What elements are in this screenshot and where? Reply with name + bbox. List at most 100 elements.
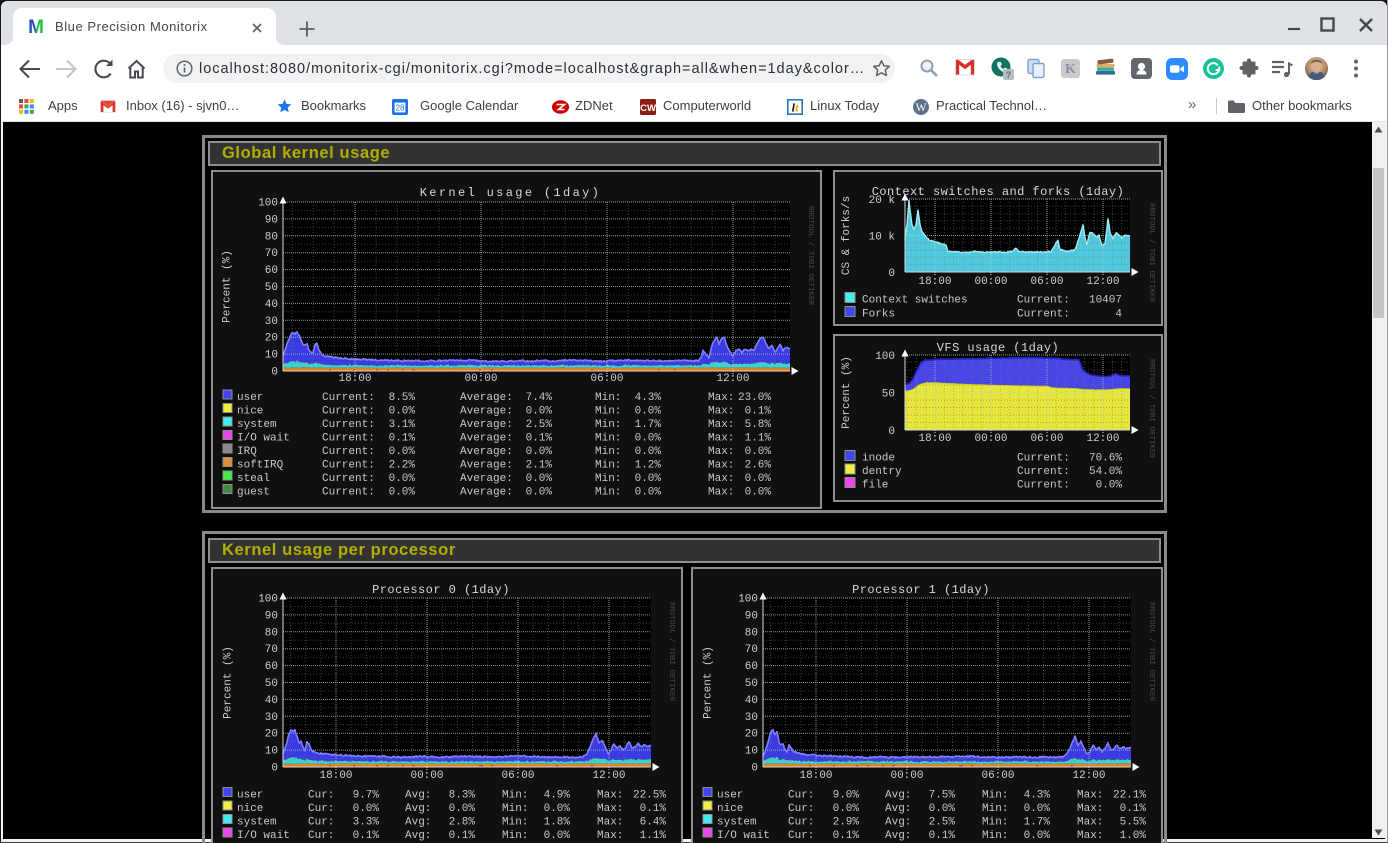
svg-text:I/O wait: I/O wait [237,830,290,842]
svg-text:60: 60 [745,661,758,673]
svg-text:I/O wait: I/O wait [717,830,770,842]
svg-text:4: 4 [1115,309,1122,321]
svg-text:Current:: Current: [1017,480,1070,492]
svg-text:0.1%: 0.1% [745,406,772,418]
svg-text:0.0%: 0.0% [929,803,956,815]
svg-text:10: 10 [265,746,278,758]
svg-text:1.7%: 1.7% [1024,817,1051,829]
svg-text:0.0%: 0.0% [526,487,553,499]
svg-text:Percent (%): Percent (%) [223,646,235,719]
svg-text:90: 90 [265,214,278,226]
svg-text:Current:: Current: [322,473,375,485]
svg-text:9.7%: 9.7% [353,790,380,802]
svg-text:0.1%: 0.1% [833,830,860,842]
svg-text:2.6%: 2.6% [745,460,772,472]
svg-text:0.0%: 0.0% [389,487,416,499]
svg-text:Average:: Average: [460,392,513,404]
svg-text:0.0%: 0.0% [635,406,662,418]
svg-text:18:00: 18:00 [799,770,832,782]
svg-text:10: 10 [745,746,758,758]
svg-text:90: 90 [745,610,758,622]
svg-text:Min:: Min: [502,790,528,802]
svg-text:Min:: Min: [595,433,621,445]
svg-text:Current:: Current: [1017,309,1070,321]
svg-text:Min:: Min: [982,817,1008,829]
svg-text:1.2%: 1.2% [635,460,662,472]
svg-text:Current:: Current: [322,433,375,445]
svg-text:0.1%: 0.1% [389,433,416,445]
svg-text:?: ? [1006,70,1012,80]
svg-text:RRDTOOL / TOBI OETIKER: RRDTOOL / TOBI OETIKER [806,206,814,306]
svg-text:Avg:: Avg: [885,830,911,842]
svg-text:0: 0 [271,367,278,379]
svg-text:I/O wait: I/O wait [237,433,290,445]
svg-text:0.0%: 0.0% [353,803,380,815]
svg-text:1.8%: 1.8% [544,817,571,829]
svg-text:Max:: Max: [708,460,734,472]
svg-text:06:00: 06:00 [1030,276,1063,288]
svg-text:Min:: Min: [595,392,621,404]
svg-text:Percent (%): Percent (%) [222,250,234,323]
svg-text:steal: steal [237,473,270,485]
svg-text:0.0%: 0.0% [635,446,662,458]
svg-text:M: M [28,18,44,36]
svg-text:2.8%: 2.8% [449,817,476,829]
svg-text:0.0%: 0.0% [526,446,553,458]
svg-text:0.1%: 0.1% [1120,803,1147,815]
svg-text:Cur:: Cur: [308,790,334,802]
svg-text:0.1%: 0.1% [353,830,380,842]
svg-text:1.1%: 1.1% [745,433,772,445]
svg-text:4.3%: 4.3% [635,392,662,404]
svg-text:Current:: Current: [322,406,375,418]
svg-text:70: 70 [265,248,278,260]
svg-text:Average:: Average: [460,406,513,418]
svg-text:Cur:: Cur: [308,817,334,829]
svg-text:5.8%: 5.8% [745,419,772,431]
svg-text:00:00: 00:00 [974,433,1007,445]
svg-text:Percent (%): Percent (%) [703,646,715,719]
svg-text:0.1%: 0.1% [929,830,956,842]
svg-text:Min:: Min: [595,473,621,485]
svg-text:Min:: Min: [595,419,621,431]
svg-text:6.4%: 6.4% [640,817,667,829]
svg-text:0: 0 [271,763,278,775]
svg-text:8.5%: 8.5% [389,392,416,404]
svg-text:23.0%: 23.0% [738,392,771,404]
svg-text:2.2%: 2.2% [389,460,416,472]
svg-text:dentry: dentry [862,466,902,478]
svg-text:40: 40 [745,695,758,707]
svg-text:0.0%: 0.0% [1024,803,1051,815]
svg-text:0: 0 [888,268,895,280]
svg-text:0.0%: 0.0% [635,473,662,485]
svg-text:3.1%: 3.1% [389,419,416,431]
svg-text:Min:: Min: [982,803,1008,815]
svg-text:lt: lt [792,101,799,115]
svg-text:Max:: Max: [1077,790,1103,802]
svg-text:Average:: Average: [460,419,513,431]
svg-text:0.0%: 0.0% [635,487,662,499]
svg-text:Max:: Max: [708,446,734,458]
svg-text:70.6%: 70.6% [1089,453,1122,465]
svg-text:1.1%: 1.1% [640,830,667,842]
svg-text:Max:: Max: [597,830,623,842]
svg-text:Max:: Max: [708,406,734,418]
svg-text:0.0%: 0.0% [1096,480,1123,492]
svg-text:Min:: Min: [502,817,528,829]
svg-text:Current:: Current: [1017,295,1070,307]
svg-text:7.5%: 7.5% [929,790,956,802]
svg-text:Processor 0 (1day): Processor 0 (1day) [372,583,510,597]
svg-text:Min:: Min: [982,790,1008,802]
svg-text:7.4%: 7.4% [526,392,553,404]
svg-text:28: 28 [396,104,405,113]
svg-text:0.0%: 0.0% [1024,830,1051,842]
svg-text:50: 50 [882,389,895,401]
svg-text:Average:: Average: [460,446,513,458]
svg-text:4.3%: 4.3% [1024,790,1051,802]
svg-text:Avg:: Avg: [885,803,911,815]
svg-text:12:00: 12:00 [1072,770,1105,782]
svg-text:70: 70 [745,644,758,656]
svg-text:2.9%: 2.9% [833,817,860,829]
svg-text:90: 90 [265,610,278,622]
svg-text:0: 0 [751,763,758,775]
svg-text:20 k: 20 k [869,195,896,207]
